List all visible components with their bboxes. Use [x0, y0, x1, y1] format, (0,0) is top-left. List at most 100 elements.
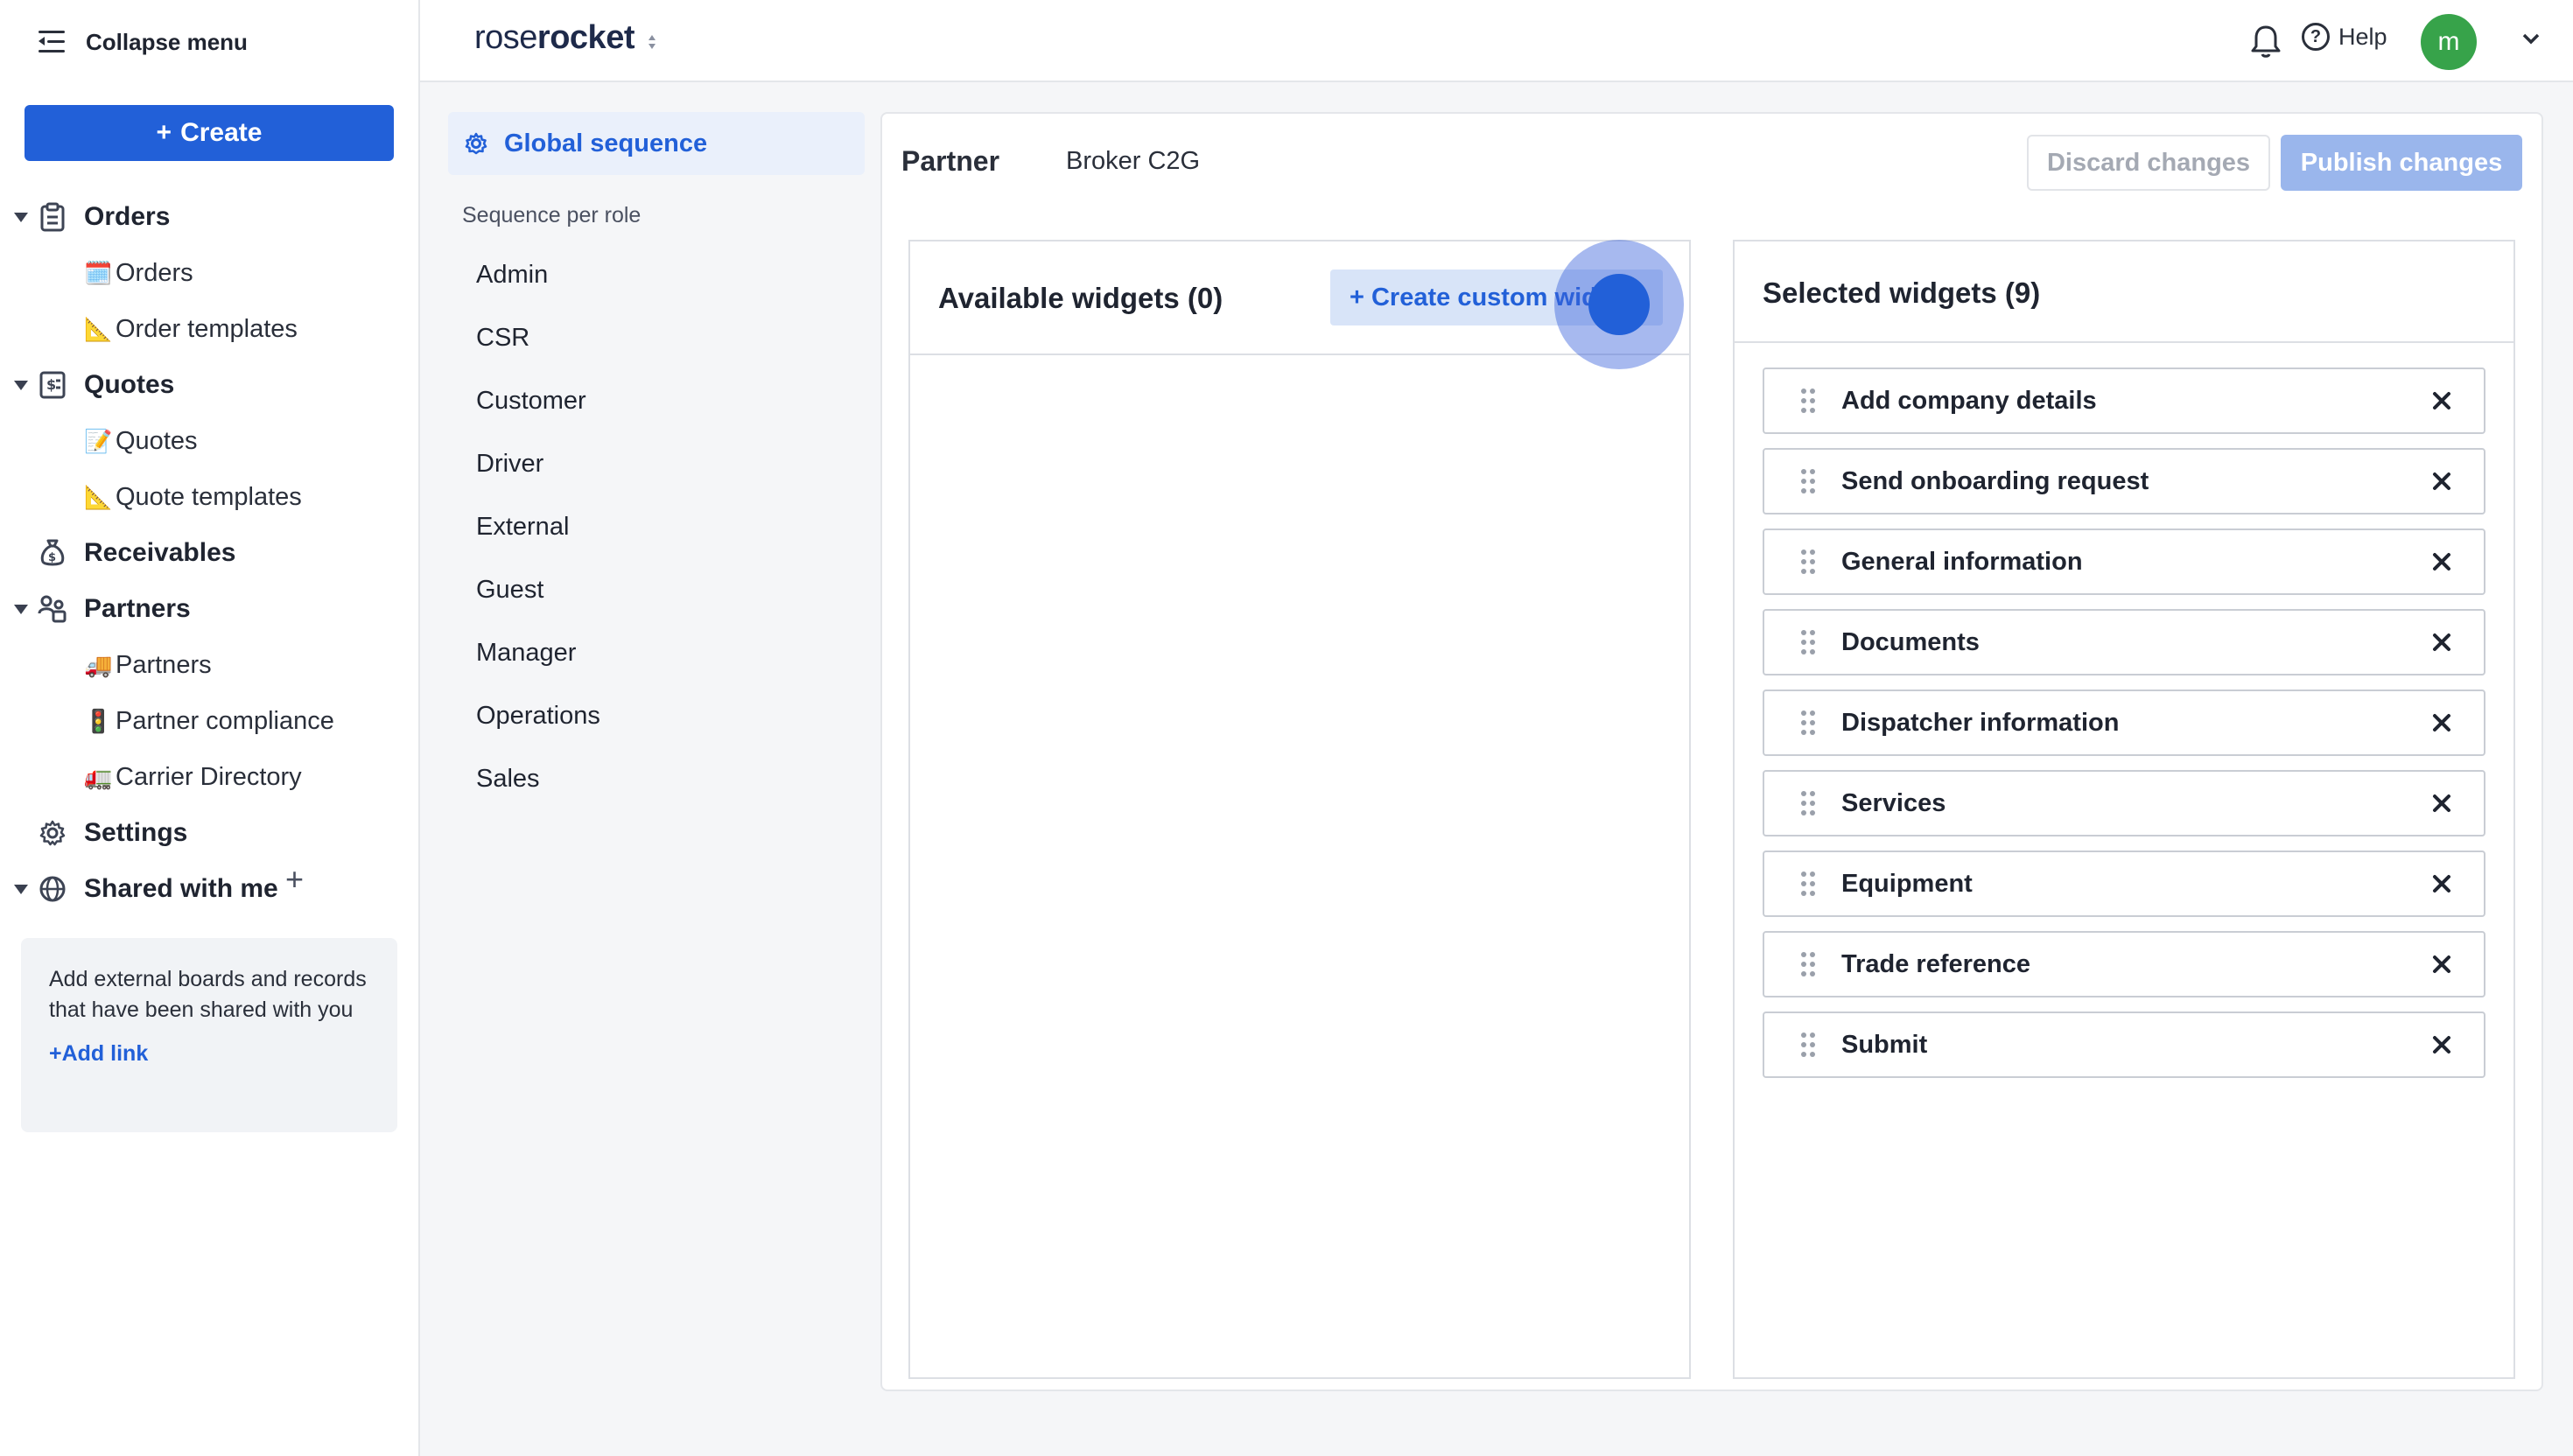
close-icon[interactable] [2429, 550, 2454, 574]
drag-handle-icon[interactable] [1801, 630, 1817, 656]
sidebar-item-label: Receivables [84, 538, 236, 567]
selected-widget-row[interactable]: Add company details [1763, 368, 2485, 434]
bell-icon[interactable] [2249, 23, 2282, 64]
role-item-external[interactable]: External [476, 513, 569, 542]
role-item-guest[interactable]: Guest [476, 576, 543, 605]
close-icon[interactable] [2429, 1032, 2454, 1057]
close-icon[interactable] [2429, 388, 2454, 413]
drag-handle-icon[interactable] [1801, 1032, 1817, 1059]
selected-widget-label: Submit [1841, 1030, 1928, 1059]
close-icon[interactable] [2429, 710, 2454, 735]
top-bar: roserocket ? Help m [420, 0, 2573, 82]
drag-handle-icon[interactable] [1801, 550, 1817, 576]
drag-handle-icon[interactable] [1801, 710, 1817, 737]
role-item-manager[interactable]: Manager [476, 639, 576, 668]
help-label: Help [2338, 23, 2387, 50]
sidebar-item-orders[interactable]: Orders [0, 192, 420, 242]
sidebar-subitem-orders[interactable]: 🗓️ Orders [84, 251, 193, 295]
global-sequence-label: Global sequence [504, 129, 708, 158]
sidebar-subitem-partner-compliance[interactable]: 🚦 Partner compliance [84, 699, 334, 743]
collapse-menu-button[interactable]: Collapse menu [39, 24, 248, 60]
sidebar-subitem-quotes[interactable]: 📝 Quotes [84, 419, 198, 463]
sidebar-item-partners[interactable]: Partners [0, 584, 420, 634]
avatar[interactable]: m [2421, 14, 2477, 70]
drag-handle-icon[interactable] [1801, 791, 1817, 817]
selected-widget-row[interactable]: Equipment [1763, 850, 2485, 917]
selected-widget-row[interactable]: Services [1763, 770, 2485, 836]
add-link-button[interactable]: +Add link [49, 1041, 369, 1067]
sidebar-subitem-order-templates[interactable]: 📐 Order templates [84, 307, 298, 351]
gear-icon [462, 130, 490, 162]
create-label: Create [180, 118, 263, 147]
drag-handle-icon[interactable] [1801, 388, 1817, 415]
selected-widget-row[interactable]: Submit [1763, 1012, 2485, 1078]
clipboard-icon [37, 201, 68, 233]
entity-type-label: Partner [901, 145, 1000, 177]
sidebar-item-settings[interactable]: Settings [0, 808, 420, 858]
caret-down-icon[interactable] [14, 212, 28, 222]
sidebar-subitem-label: Partner compliance [116, 706, 334, 735]
role-item-csr[interactable]: CSR [476, 324, 529, 353]
sidebar-subitem-label: Carrier Directory [116, 762, 302, 791]
sidebar-subitem-carrier-directory[interactable]: 🚛 Carrier Directory [84, 755, 302, 799]
caret-down-icon[interactable] [14, 884, 28, 894]
selected-widget-row[interactable]: Send onboarding request [1763, 448, 2485, 514]
discard-changes-button[interactable]: Discard changes [2027, 135, 2270, 191]
help-button[interactable]: ? Help [2302, 23, 2387, 51]
sidebar-item-label: Shared with me [84, 874, 278, 903]
sidebar-subitem-quote-templates[interactable]: 📐 Quote templates [84, 475, 302, 519]
add-shared-plus-icon[interactable]: + [285, 861, 304, 898]
sidebar-item-label: Partners [84, 594, 191, 623]
drag-handle-icon[interactable] [1801, 952, 1817, 978]
selected-widget-label: Equipment [1841, 869, 1973, 898]
delivery-truck-icon: 🚚 [84, 651, 113, 678]
partners-icon [37, 593, 68, 625]
plus-icon: + [156, 118, 172, 147]
close-icon[interactable] [2429, 630, 2454, 654]
close-icon[interactable] [2429, 952, 2454, 976]
create-button[interactable]: + Create [25, 105, 394, 161]
sidebar-subitem-label: Quote templates [116, 482, 302, 511]
selected-widget-row[interactable]: Trade reference [1763, 931, 2485, 998]
collapse-menu-icon [39, 29, 68, 55]
selected-widget-label: General information [1841, 547, 2083, 576]
publish-changes-button[interactable]: Publish changes [2281, 135, 2522, 191]
selected-widget-row[interactable]: General information [1763, 528, 2485, 595]
close-icon[interactable] [2429, 791, 2454, 816]
drag-handle-icon[interactable] [1801, 872, 1817, 898]
globe-icon [37, 873, 68, 905]
selected-widget-row[interactable]: Documents [1763, 609, 2485, 676]
chevron-down-icon[interactable] [2520, 32, 2541, 50]
help-icon: ? [2302, 23, 2330, 51]
role-item-admin[interactable]: Admin [476, 261, 548, 290]
org-switch-icon[interactable] [646, 32, 658, 52]
selected-widget-label: Services [1841, 788, 1946, 817]
global-sequence-item[interactable]: Global sequence [448, 112, 865, 175]
caret-down-icon[interactable] [14, 604, 28, 614]
sidebar-item-quotes[interactable]: $ Quotes [0, 360, 420, 410]
sidebar-item-shared-with-me[interactable]: Shared with me + [0, 861, 420, 914]
shared-description: Add external boards and records that hav… [49, 967, 367, 1022]
drag-handle-icon[interactable] [1801, 469, 1817, 495]
close-icon[interactable] [2429, 469, 2454, 494]
role-item-operations[interactable]: Operations [476, 702, 600, 731]
available-widgets-title: Available widgets (0) [938, 282, 1223, 314]
sidebar-item-label: Quotes [84, 370, 175, 399]
role-item-customer[interactable]: Customer [476, 387, 586, 416]
sidebar-item-receivables[interactable]: $ Receivables [0, 528, 420, 578]
roserocket-logo[interactable]: roserocket [474, 19, 634, 57]
caret-down-icon[interactable] [14, 380, 28, 390]
sidebar-item-label: Orders [84, 202, 171, 231]
close-icon[interactable] [2429, 872, 2454, 896]
svg-text:$: $ [48, 551, 56, 564]
sidebar-subitem-partners[interactable]: 🚚 Partners [84, 643, 212, 687]
selected-widget-row[interactable]: Dispatcher information [1763, 690, 2485, 756]
svg-text:$: $ [46, 376, 56, 393]
click-indicator-dot [1588, 274, 1650, 335]
sidebar-subitem-label: Partners [116, 650, 212, 679]
shared-with-me-empty-state: Add external boards and records that hav… [21, 938, 397, 1132]
traffic-light-icon: 🚦 [84, 707, 113, 734]
sequence-per-role-heading: Sequence per role [462, 203, 641, 228]
role-item-driver[interactable]: Driver [476, 450, 543, 479]
role-item-sales[interactable]: Sales [476, 765, 540, 794]
